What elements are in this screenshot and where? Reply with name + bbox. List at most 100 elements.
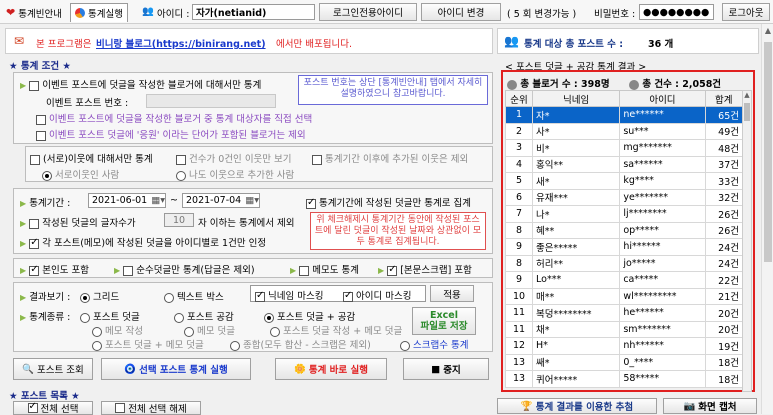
- table-row[interactable]: 12 H* nh****** 19건: [504, 337, 744, 355]
- grid-scroll-up-icon[interactable]: ▲: [743, 91, 751, 99]
- kind-post-memo-write-radio[interactable]: [270, 326, 280, 337]
- table-row[interactable]: 6 유재*** ye******* 32건: [504, 188, 744, 206]
- mask-id-checkbox[interactable]: [343, 290, 353, 302]
- opt-zero-show-label: 건수가 0건인 이웃만 보기: [189, 154, 292, 165]
- event-post-no-input[interactable]: [146, 94, 276, 108]
- table-row[interactable]: 5 새* kg**** 33건: [504, 172, 744, 190]
- login-other-button[interactable]: 로그인전용아이디: [319, 3, 417, 21]
- total-cell: 65건: [704, 106, 744, 124]
- kind-memo-write-radio[interactable]: [92, 326, 102, 337]
- password-field[interactable]: ●●●●●●●●: [639, 4, 714, 20]
- nickname-cell: 사*: [532, 122, 621, 140]
- search-posts-button[interactable]: 🔍 포스트 조회: [13, 358, 93, 380]
- apply-button[interactable]: 적용: [430, 285, 474, 302]
- date-from-picker[interactable]: 2021-06-01 ▦▾: [88, 193, 166, 208]
- table-row[interactable]: 10 매** wl********* 21건: [504, 287, 744, 305]
- kind-memo-comment-radio[interactable]: [184, 326, 194, 337]
- table-row[interactable]: 3 비* mg******* 48건: [504, 139, 744, 157]
- select-all-button[interactable]: 전체 선택: [13, 401, 93, 415]
- page-scrollbar[interactable]: ▲: [761, 24, 773, 414]
- opt-exclude-word-checkbox[interactable]: [36, 130, 46, 141]
- logout-button[interactable]: 로그아웃: [722, 3, 770, 21]
- nickname-cell: 퀴어*****: [532, 370, 621, 388]
- kind-scrap-radio[interactable]: [400, 340, 410, 351]
- opt-direct-select-row: 이벤트 포스트에 덧글을 작성한 블로거 중 통계 대상자를 직접 선택: [36, 111, 312, 125]
- deselect-all-button[interactable]: 전체 선택 해제: [101, 401, 201, 415]
- change-id-button[interactable]: 아이디 변경: [421, 3, 501, 21]
- table-row[interactable]: 9 좋은***** hi****** 24건: [504, 238, 744, 256]
- id-field[interactable]: 자가(netianid): [192, 4, 315, 20]
- view-grid-radio[interactable]: [80, 292, 90, 303]
- kind-post-comment-memo-radio[interactable]: [92, 340, 102, 351]
- opt-scrap-label: [본문스크랩] 포함: [400, 265, 472, 276]
- table-row[interactable]: 13 쌔* 0_**** 18건: [504, 353, 744, 371]
- kind-post-comment-radio[interactable]: [80, 312, 90, 323]
- kind-post-like-radio[interactable]: [174, 312, 184, 323]
- kind-total-radio[interactable]: [230, 340, 240, 351]
- opt-period-only-checkbox[interactable]: [306, 197, 316, 209]
- mail-icon: ✉: [14, 34, 25, 48]
- opt-comment-only-checkbox[interactable]: [29, 80, 40, 91]
- stop-button[interactable]: ■ 중지: [403, 358, 489, 380]
- table-row[interactable]: 1 자* ne****** 65건: [504, 106, 744, 124]
- result-grid[interactable]: 순위 닉네임 아이디 합계 1 자* ne****** 65건 2 사* su*** 49건 3…: [504, 90, 744, 388]
- rank-cell: 10: [504, 287, 534, 305]
- opt-zero-show-checkbox[interactable]: [176, 154, 186, 165]
- col-rank[interactable]: 순위: [504, 90, 534, 107]
- tab-run[interactable]: 통계실행: [70, 3, 128, 22]
- rank-cell: 11: [504, 304, 534, 322]
- kind-post-comment-like-radio[interactable]: [264, 312, 274, 323]
- view-textbox-radio[interactable]: [164, 292, 174, 303]
- notice-suffix: 에서만 배포됩니다.: [276, 39, 352, 50]
- table-row[interactable]: 4 홍익** sa****** 37건: [504, 155, 744, 173]
- opt-direct-select-checkbox[interactable]: [36, 114, 46, 125]
- opt-neighbor-checkbox[interactable]: [30, 154, 40, 165]
- table-row[interactable]: 8 허리** jo***** 24건: [504, 254, 744, 272]
- radio-me-added[interactable]: [176, 170, 186, 181]
- scroll-up-icon[interactable]: ▲: [762, 26, 773, 35]
- calendar-icon: ▦▾: [151, 195, 165, 206]
- grid-scrollbar[interactable]: ▲: [742, 90, 752, 392]
- opt-per-post-checkbox[interactable]: [29, 237, 40, 249]
- date-to-picker[interactable]: 2021-07-04 ▦▾: [182, 193, 260, 208]
- opt-pure-comment-checkbox[interactable]: [123, 265, 134, 276]
- capture-button[interactable]: 📷 화면 캡처: [663, 398, 757, 414]
- radio-mutual[interactable]: [42, 170, 52, 181]
- mask-nick-label: 닉네임 마스킹: [268, 291, 324, 302]
- total-cell: 21건: [704, 287, 744, 305]
- total-count: 총 건수 : 2,058건: [642, 79, 722, 90]
- rank-cell: 2: [504, 122, 534, 140]
- opt-added-exclude-checkbox[interactable]: [312, 154, 322, 165]
- col-id[interactable]: 아이디: [619, 90, 706, 107]
- heart-icon: ❤: [6, 6, 16, 19]
- draw-button[interactable]: 🏆 통계 결과를 이용한 추첨: [497, 398, 657, 414]
- draw-label: 통계 결과를 이용한 추첨: [535, 402, 634, 413]
- table-row[interactable]: 13 퀴어***** 58***** 18건: [504, 370, 744, 388]
- triangle-icon: ▶: [20, 293, 27, 302]
- len-input[interactable]: 10: [164, 213, 194, 227]
- id-cell: su***: [619, 122, 706, 140]
- opt-exclude-word-label: 이벤트 포스트 덧글에 '응원' 이라는 단어가 포함된 블로거는 제외: [49, 130, 306, 141]
- total-cell: 33건: [704, 172, 744, 190]
- mask-nick-checkbox[interactable]: [255, 290, 265, 302]
- notice-link[interactable]: 비니랑 블로그(https://binirang.net): [96, 36, 266, 50]
- col-total[interactable]: 합계: [704, 90, 744, 107]
- tab-guide[interactable]: ❤ 통계빈안내: [2, 3, 66, 22]
- table-row[interactable]: 7 나* lj******** 26건: [504, 205, 744, 223]
- scroll-thumb[interactable]: [764, 42, 772, 262]
- grid-scroll-thumb[interactable]: [744, 103, 750, 121]
- run-selected-button[interactable]: 🧿 선택 포스트 통계 실행: [101, 358, 251, 380]
- table-row[interactable]: 2 사* su*** 49건: [504, 122, 744, 140]
- table-row[interactable]: 11 복덩******** he****** 20건: [504, 304, 744, 322]
- opt-memo-stats-checkbox[interactable]: [299, 265, 310, 276]
- run-now-button[interactable]: 🌼 통계 바로 실행: [275, 358, 387, 380]
- opt-len-checkbox[interactable]: [29, 218, 40, 229]
- table-row[interactable]: 8 혜** op***** 26건: [504, 221, 744, 239]
- col-nickname[interactable]: 닉네임: [532, 90, 621, 107]
- table-row[interactable]: 9 Lo*** ca***** 22건: [504, 271, 744, 289]
- opt-include-self-checkbox[interactable]: [29, 264, 40, 276]
- excel-save-button[interactable]: Excel 파일로 저장: [412, 307, 476, 335]
- opt-scrap-checkbox[interactable]: [387, 264, 398, 276]
- table-row[interactable]: 11 채* sm******* 20건: [504, 320, 744, 338]
- nickname-cell: 비*: [532, 139, 621, 157]
